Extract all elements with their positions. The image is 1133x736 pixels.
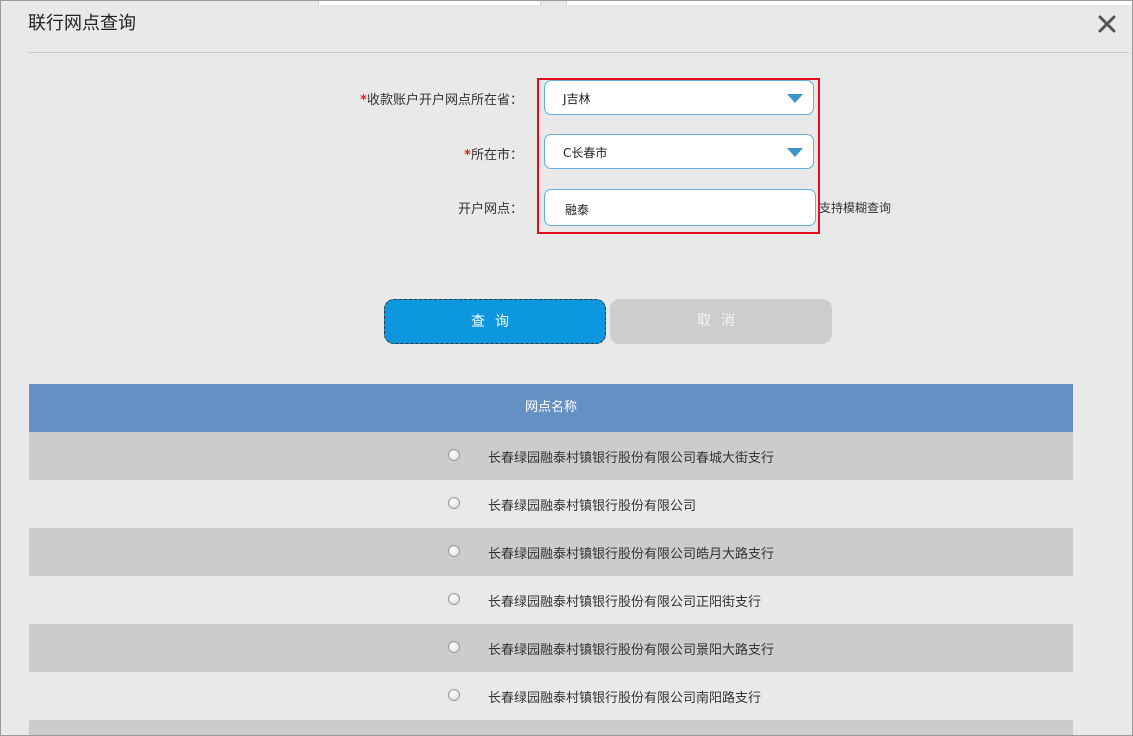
branch-name: 长春绿园融泰村镇银行股份有限公司景阳大路支行 bbox=[488, 643, 775, 658]
table-header: 网点名称 bbox=[29, 384, 1073, 432]
close-icon[interactable] bbox=[1094, 11, 1120, 37]
branch-query-dialog: 联行网点查询 *收款账户开户网点所在省： J吉林 *所在市： C长春市 开户网点… bbox=[0, 0, 1133, 736]
branch-label: 开户网点： bbox=[457, 202, 523, 217]
cancel-button[interactable]: 取消 bbox=[610, 299, 832, 344]
branch-name: 长春绿园融泰村镇银行股份有限公司南阳路支行 bbox=[488, 691, 762, 706]
row-radio-button[interactable] bbox=[448, 593, 460, 605]
query-button[interactable]: 查询 bbox=[384, 299, 606, 344]
table-row[interactable]: 长春绿园融泰村镇银行股份有限公司南阳路支行 bbox=[29, 672, 1073, 720]
required-mark: * bbox=[464, 148, 471, 163]
row-radio-button[interactable] bbox=[448, 641, 460, 653]
required-mark: * bbox=[360, 93, 367, 108]
dialog-title: 联行网点查询 bbox=[28, 13, 136, 34]
branch-name: 长春绿园融泰村镇银行股份有限公司正阳街支行 bbox=[488, 595, 762, 610]
row-radio-button[interactable] bbox=[448, 449, 460, 461]
table-row[interactable]: 长春绿园融泰村镇银行股份有限公司景阳大路支行 bbox=[29, 624, 1073, 672]
city-label: *所在市： bbox=[464, 148, 523, 163]
table-row-partial bbox=[29, 720, 1073, 735]
row-radio-button[interactable] bbox=[448, 689, 460, 701]
top-tab-segment bbox=[318, 1, 541, 5]
province-label: *收款账户开户网点所在省： bbox=[360, 93, 523, 108]
top-tab-strip bbox=[1, 1, 1132, 5]
table-row[interactable]: 长春绿园融泰村镇银行股份有限公司春城大街支行 bbox=[29, 432, 1073, 480]
branch-name: 长春绿园融泰村镇银行股份有限公司 bbox=[488, 499, 697, 514]
row-radio-button[interactable] bbox=[448, 497, 460, 509]
column-header-branch-name: 网点名称 bbox=[524, 400, 577, 415]
highlight-box bbox=[537, 78, 820, 234]
table-row[interactable]: 长春绿园融泰村镇银行股份有限公司正阳街支行 bbox=[29, 576, 1073, 624]
results-table: 网点名称 长春绿园融泰村镇银行股份有限公司春城大街支行 长春绿园融泰村镇银行股份… bbox=[29, 384, 1073, 735]
fuzzy-search-hint: 支持模糊查询 bbox=[819, 201, 892, 215]
table-row[interactable]: 长春绿园融泰村镇银行股份有限公司 bbox=[29, 480, 1073, 528]
branch-name: 长春绿园融泰村镇银行股份有限公司春城大街支行 bbox=[488, 451, 775, 466]
table-row[interactable]: 长春绿园融泰村镇银行股份有限公司皓月大路支行 bbox=[29, 528, 1073, 576]
row-radio-button[interactable] bbox=[448, 545, 460, 557]
top-tab-segment bbox=[566, 1, 1132, 5]
title-divider bbox=[29, 52, 1129, 53]
branch-name: 长春绿园融泰村镇银行股份有限公司皓月大路支行 bbox=[488, 547, 775, 562]
